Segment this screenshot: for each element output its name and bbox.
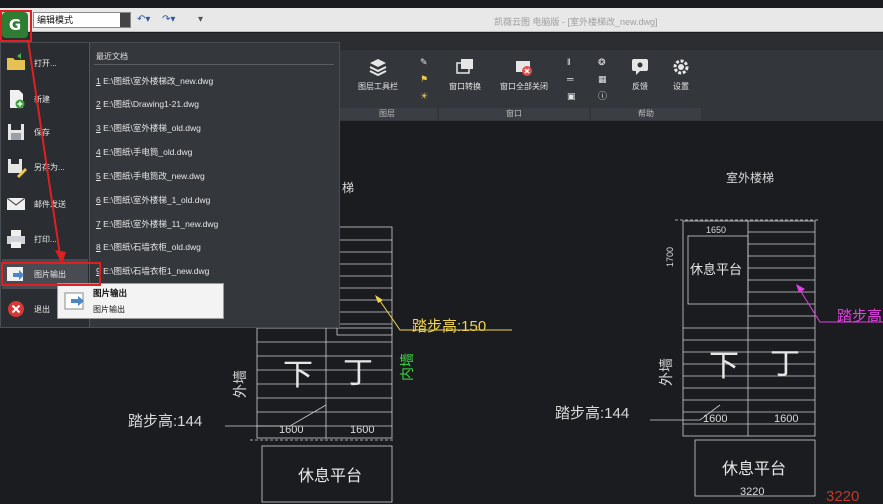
annotation-arrow bbox=[27, 39, 66, 264]
